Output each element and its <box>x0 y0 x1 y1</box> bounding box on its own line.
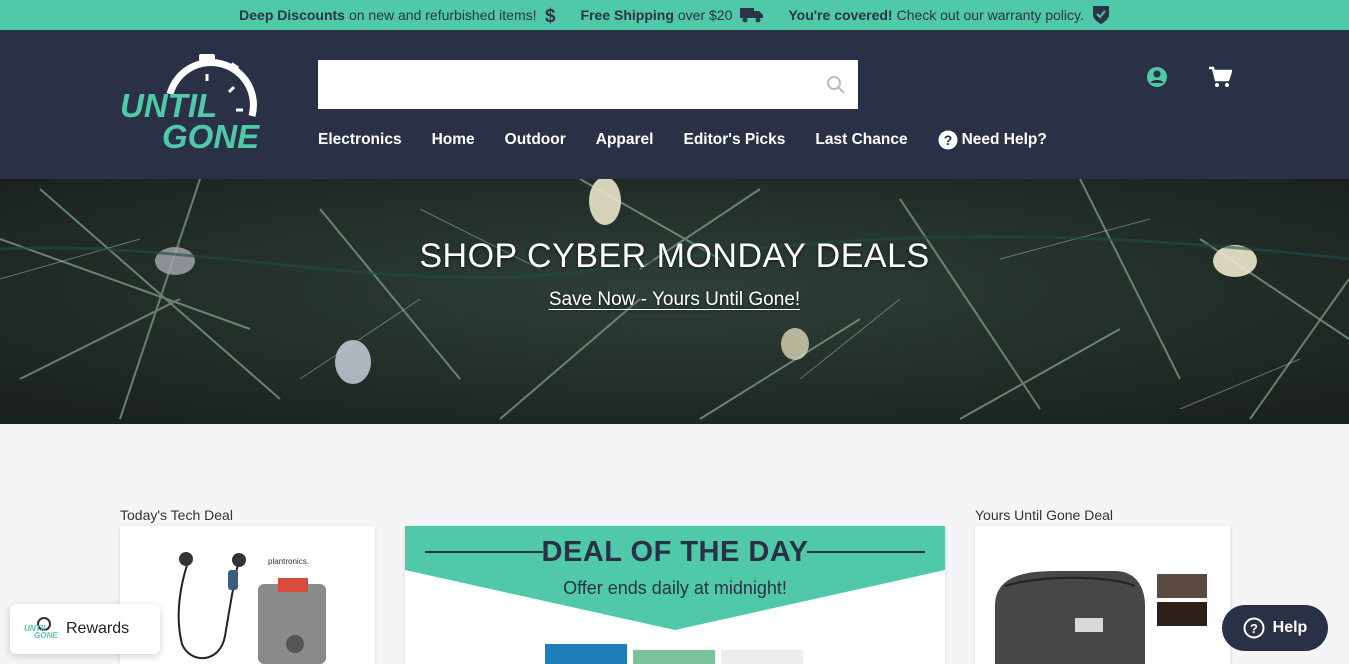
header-icons <box>1146 66 1233 93</box>
search-icon[interactable] <box>826 75 846 100</box>
nav-apparel[interactable]: Apparel <box>596 131 654 149</box>
rewards-widget[interactable]: UNTIL GONE Rewards <box>10 604 160 654</box>
hero-title: SHOP CYBER MONDAY DEALS <box>419 237 930 275</box>
brand-label: plantronics. <box>268 557 309 566</box>
nav-home[interactable]: Home <box>432 131 475 149</box>
svg-text:GONE: GONE <box>34 631 58 638</box>
deal-of-the-day-card[interactable]: DEAL OF THE DAY Offer ends daily at midn… <box>405 526 945 664</box>
svg-text:?: ? <box>943 132 952 148</box>
hero-banner[interactable]: SHOP CYBER MONDAY DEALS Save Now - Yours… <box>0 179 1349 424</box>
nav-need-help[interactable]: ? Need Help? <box>938 130 1047 150</box>
cart-icon[interactable] <box>1208 66 1233 93</box>
dotd-subtitle: Offer ends daily at midnight! <box>563 578 787 598</box>
logo-mini-icon: UNTIL GONE <box>24 616 58 643</box>
pouch-image <box>995 571 1207 664</box>
tech-deal-label: Today's Tech Deal <box>120 507 233 523</box>
question-circle-icon: ? <box>938 130 958 150</box>
dotd-title: DEAL OF THE DAY <box>541 536 809 568</box>
nav-outdoor[interactable]: Outdoor <box>505 131 566 149</box>
yug-deal-label: Yours Until Gone Deal <box>975 507 1114 523</box>
yug-deal-card[interactable] <box>975 526 1230 664</box>
account-icon[interactable] <box>1146 66 1168 93</box>
nav-need-help-label: Need Help? <box>961 131 1047 148</box>
promo-shipping[interactable]: Free Shipping over $20 <box>581 7 765 23</box>
help-button[interactable]: ? Help <box>1222 605 1328 651</box>
promo-warranty[interactable]: You're covered! Check out our warranty po… <box>788 5 1109 25</box>
nav-electronics[interactable]: Electronics <box>318 131 402 149</box>
nav-editors-picks[interactable]: Editor's Picks <box>683 131 785 149</box>
search-input[interactable] <box>318 60 858 109</box>
shield-check-icon <box>1092 5 1110 25</box>
promo-discounts[interactable]: Deep Discounts on new and refurbished ite… <box>239 5 556 25</box>
search-box <box>318 60 858 109</box>
main-nav: Electronics Home Outdoor Apparel Editor'… <box>318 130 1077 150</box>
nav-last-chance[interactable]: Last Chance <box>815 131 907 149</box>
logo-line2: GONE <box>162 118 260 154</box>
svg-text:$: $ <box>545 6 556 25</box>
promo-bar: Deep Discounts on new and refurbished ite… <box>0 0 1349 30</box>
help-label: Help <box>1272 619 1308 636</box>
site-header: UNTIL GONE Electronics Home Outdoor Appa… <box>0 30 1349 179</box>
rewards-label: Rewards <box>66 620 130 637</box>
truck-icon <box>740 7 764 23</box>
hero-cta-link[interactable]: Save Now - Yours Until Gone! <box>549 289 800 310</box>
dollar-icon: $ <box>545 5 557 25</box>
logo[interactable]: UNTIL GONE <box>118 54 273 155</box>
svg-text:?: ? <box>1250 621 1258 636</box>
question-circle-icon: ? <box>1243 617 1265 639</box>
